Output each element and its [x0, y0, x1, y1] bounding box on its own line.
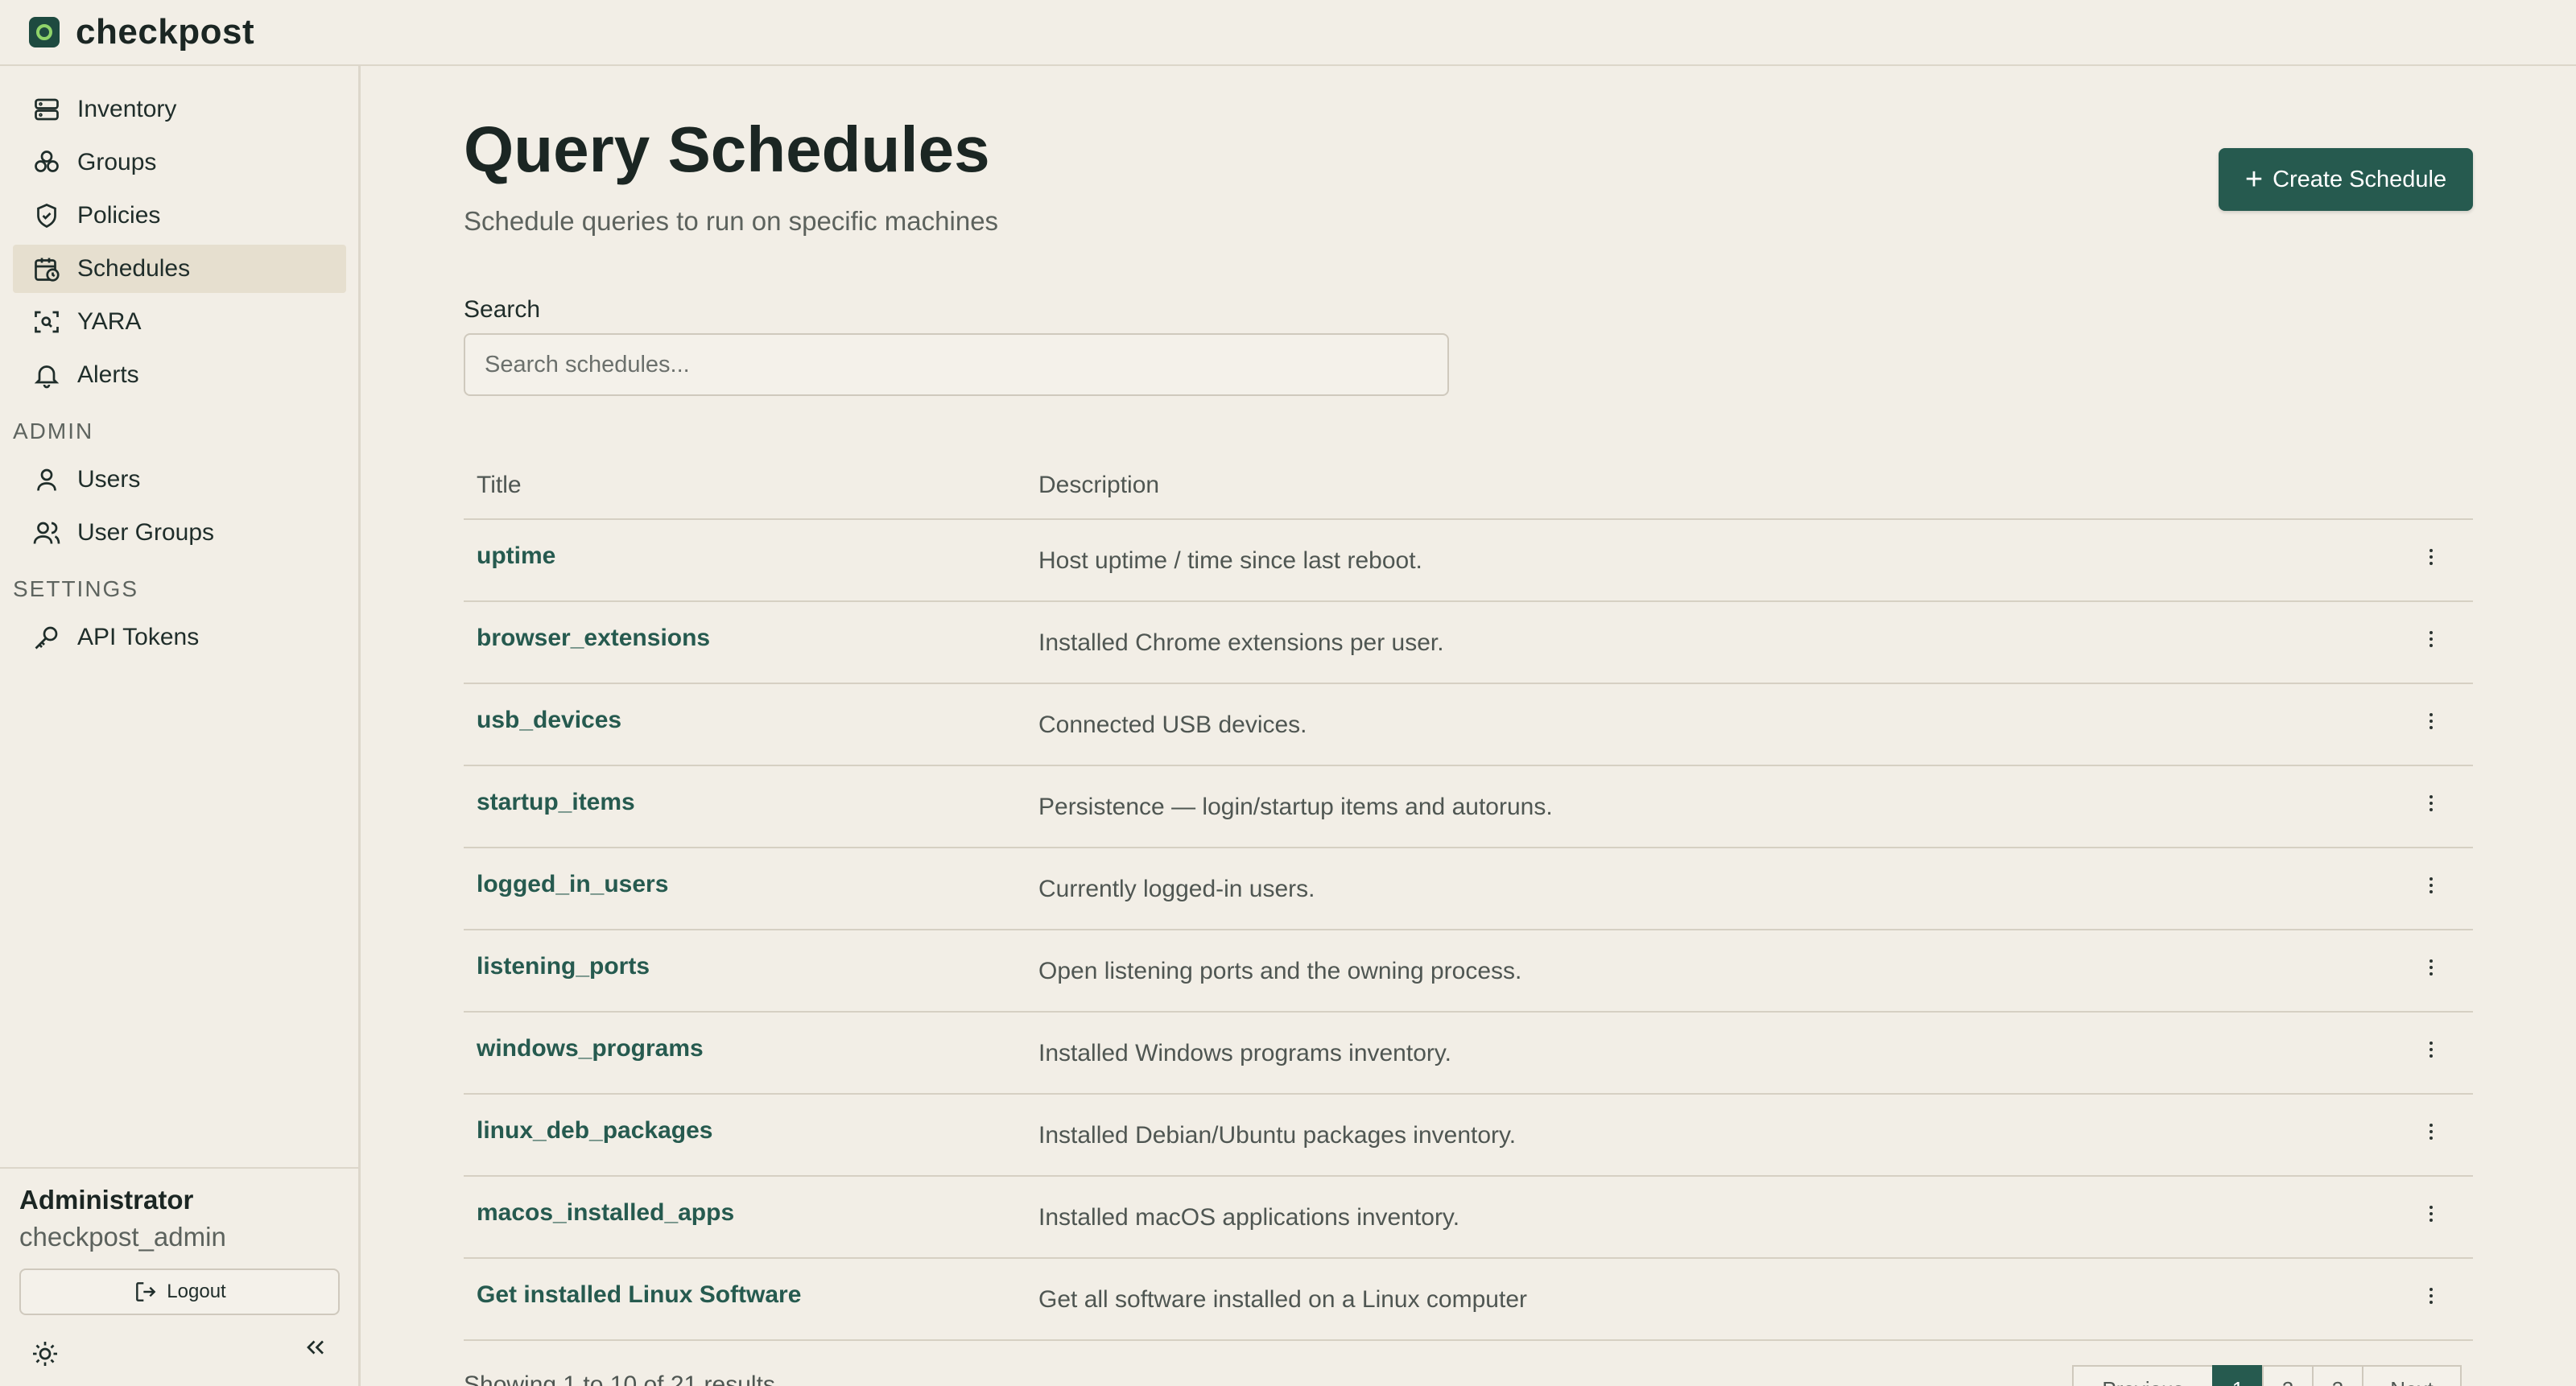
- schedule-description: Host uptime / time since last reboot.: [1038, 547, 1422, 574]
- more-options-icon[interactable]: [2425, 877, 2438, 901]
- more-options-icon[interactable]: [2425, 1124, 2438, 1148]
- server-icon: [35, 98, 59, 121]
- logout-button[interactable]: Logout: [19, 1268, 340, 1315]
- results-summary: Showing 1 to 10 of 21 results: [464, 1372, 775, 1386]
- schedule-title-link[interactable]: startup_items: [477, 789, 635, 816]
- page-button[interactable]: 3: [2312, 1365, 2363, 1386]
- table-row[interactable]: startup_items Persistence — login/startup…: [464, 766, 2473, 848]
- table-row[interactable]: linux_deb_packages Installed Debian/Ubunt…: [464, 1095, 2473, 1177]
- page-subtitle: Schedule queries to run on specific mach…: [464, 206, 999, 236]
- sidebar-item-label: Users: [77, 466, 141, 493]
- settings-section-heading: SETTINGS: [13, 576, 139, 601]
- table-row[interactable]: windows_programs Installed Windows progra…: [464, 1013, 2473, 1095]
- more-options-icon[interactable]: [2425, 1206, 2438, 1230]
- table-row[interactable]: Get installed Linux Software Get all soft…: [464, 1259, 2473, 1341]
- table-row[interactable]: browser_extensions Installed Chrome exten…: [464, 602, 2473, 684]
- user-panel: Administrator checkpost_admin Logout: [0, 1167, 359, 1386]
- key-icon: [35, 626, 58, 650]
- next-page-button[interactable]: Next: [2362, 1365, 2462, 1386]
- sidebar-item-user-groups[interactable]: User Groups: [13, 509, 346, 557]
- schedule-title-link[interactable]: logged_in_users: [477, 871, 668, 898]
- sidebar: Inventory Groups Policies Schedules YARA…: [0, 66, 361, 1386]
- bell-icon: [34, 365, 60, 389]
- schedule-description: Persistence — login/startup items and au…: [1038, 794, 1553, 820]
- calendar-clock-icon: [35, 258, 60, 282]
- sidebar-item-label: API Tokens: [77, 624, 200, 650]
- user-login-name: checkpost_admin: [19, 1222, 226, 1252]
- table-row[interactable]: usb_devices Connected USB devices.: [464, 684, 2473, 766]
- users-icon: [33, 522, 60, 544]
- top-bar: checkpost: [0, 0, 2576, 66]
- schedule-description: Currently logged-in users.: [1038, 876, 1315, 902]
- table-row[interactable]: uptime Host uptime / time since last rebo…: [464, 520, 2473, 602]
- brand-name: checkpost: [76, 12, 255, 52]
- schedule-title-link[interactable]: listening_ports: [477, 953, 650, 980]
- sidebar-item-label: User Groups: [77, 519, 215, 546]
- shield-check-icon: [37, 204, 56, 229]
- more-options-icon[interactable]: [2425, 713, 2438, 737]
- schedule-description: Connected USB devices.: [1038, 712, 1307, 738]
- scan-icon: [35, 311, 59, 333]
- chevrons-left-icon[interactable]: [301, 1333, 330, 1362]
- plus-icon: +: [2244, 163, 2264, 196]
- logout-icon: [136, 1282, 156, 1301]
- create-schedule-label: Create Schedule: [2273, 166, 2447, 192]
- sidebar-item-label: Groups: [77, 149, 157, 175]
- schedule-title-link[interactable]: usb_devices: [477, 707, 621, 734]
- schedule-description: Open listening ports and the owning proc…: [1038, 958, 1522, 984]
- admin-section-heading: ADMIN: [13, 419, 94, 443]
- schedule-title-link[interactable]: browser_extensions: [477, 625, 710, 652]
- schedule-description: Get all software installed on a Linux co…: [1038, 1286, 1527, 1313]
- sidebar-item-users[interactable]: Users: [13, 456, 346, 504]
- page-button[interactable]: 1: [2212, 1365, 2264, 1386]
- schedule-title-link[interactable]: macos_installed_apps: [477, 1199, 734, 1227]
- more-options-icon[interactable]: [2425, 631, 2438, 655]
- column-header-title: Title: [477, 472, 522, 498]
- more-options-icon[interactable]: [2425, 1288, 2438, 1312]
- previous-page-button[interactable]: Previous: [2072, 1365, 2214, 1386]
- sidebar-item-label: Policies: [77, 202, 161, 229]
- table-header: Title Description: [464, 454, 2473, 520]
- schedule-description: Installed Chrome extensions per user.: [1038, 629, 1444, 656]
- schedules-table: Title Description uptime Host uptime / ti…: [464, 454, 2473, 1341]
- sidebar-item-label: Inventory: [77, 96, 177, 122]
- sidebar-item-groups[interactable]: Groups: [13, 138, 346, 187]
- sidebar-item-api-tokens[interactable]: API Tokens: [13, 613, 346, 662]
- column-header-description: Description: [1038, 472, 1160, 498]
- checkpost-logo-icon: [29, 17, 60, 47]
- create-schedule-button[interactable]: + Create Schedule: [2219, 148, 2473, 211]
- sidebar-item-label: Alerts: [77, 361, 139, 388]
- schedule-title-link[interactable]: windows_programs: [477, 1035, 704, 1062]
- page-title: Query Schedules: [464, 113, 990, 185]
- sidebar-item-alerts[interactable]: Alerts: [13, 351, 346, 399]
- user-icon: [37, 468, 56, 491]
- user-display-name: Administrator: [19, 1185, 194, 1215]
- more-options-icon[interactable]: [2425, 959, 2438, 984]
- table-row[interactable]: listening_ports Open listening ports and …: [464, 930, 2473, 1013]
- more-options-icon[interactable]: [2425, 1042, 2438, 1066]
- sidebar-item-label: YARA: [77, 308, 142, 335]
- more-options-icon[interactable]: [2425, 795, 2438, 819]
- table-row[interactable]: macos_installed_apps Installed macOS appl…: [464, 1177, 2473, 1259]
- groups-icon: [35, 151, 59, 172]
- sidebar-item-schedules[interactable]: Schedules: [13, 245, 346, 293]
- sun-icon[interactable]: [31, 1339, 60, 1368]
- logout-label: Logout: [167, 1281, 226, 1302]
- search-input[interactable]: [464, 333, 1449, 396]
- page-button[interactable]: 2: [2262, 1365, 2314, 1386]
- pagination: Previous123Next: [2072, 1365, 2462, 1386]
- sidebar-item-yara[interactable]: YARA: [13, 298, 346, 346]
- sidebar-item-label: Schedules: [77, 255, 191, 282]
- schedule-title-link[interactable]: uptime: [477, 542, 555, 570]
- schedule-title-link[interactable]: Get installed Linux Software: [477, 1281, 801, 1309]
- search-label: Search: [464, 296, 541, 323]
- table-row[interactable]: logged_in_users Currently logged-in users…: [464, 848, 2473, 930]
- schedule-title-link[interactable]: linux_deb_packages: [477, 1117, 712, 1145]
- schedule-description: Installed Windows programs inventory.: [1038, 1040, 1451, 1066]
- sidebar-item-inventory[interactable]: Inventory: [13, 85, 346, 134]
- more-options-icon[interactable]: [2425, 549, 2438, 573]
- schedule-description: Installed Debian/Ubuntu packages invento…: [1038, 1122, 1517, 1149]
- sidebar-item-policies[interactable]: Policies: [13, 192, 346, 240]
- schedule-description: Installed macOS applications inventory.: [1038, 1204, 1460, 1231]
